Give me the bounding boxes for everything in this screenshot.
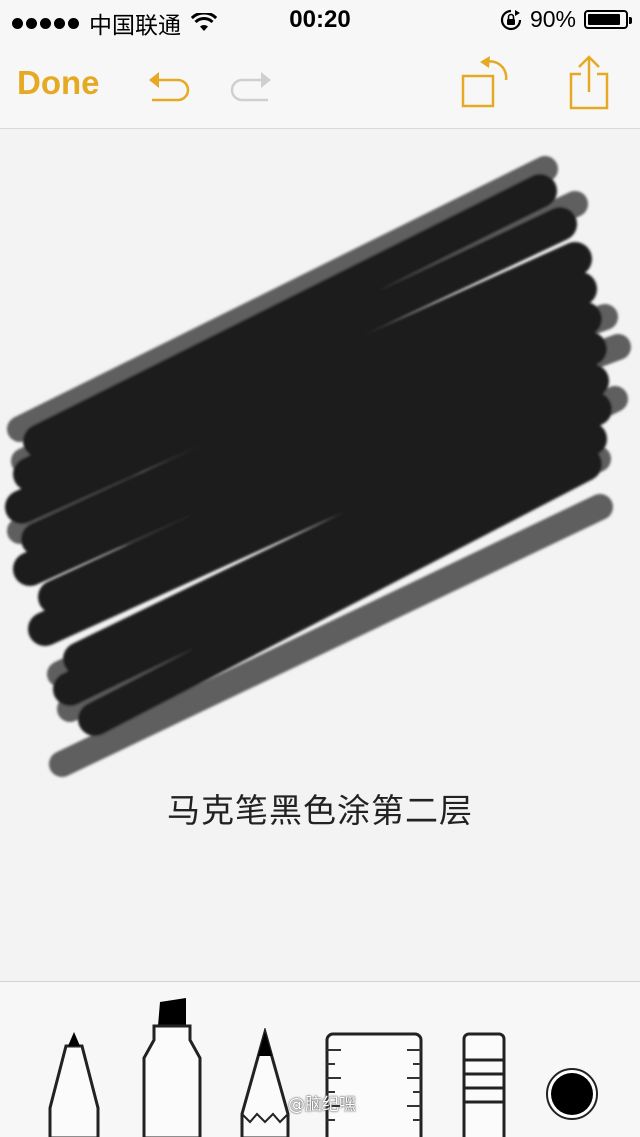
marker-tool[interactable] xyxy=(136,998,208,1137)
pen-tool[interactable] xyxy=(44,1028,104,1137)
color-picker-button[interactable] xyxy=(544,1066,600,1122)
pencil-tool[interactable] xyxy=(238,1028,292,1137)
drawing-canvas[interactable]: 马克笔黑色涂第二层 xyxy=(0,129,640,981)
battery-icon xyxy=(584,10,632,29)
share-icon[interactable] xyxy=(565,52,613,112)
tool-tray: @脑纪嘿 xyxy=(0,981,640,1137)
redo-icon[interactable] xyxy=(228,60,274,102)
rotate-canvas-icon[interactable] xyxy=(456,54,512,112)
watermark-text: @脑纪嘿 xyxy=(288,1095,356,1115)
marker-scribble xyxy=(5,156,631,777)
canvas-caption: 马克笔黑色涂第二层 xyxy=(167,791,473,830)
status-right: 90% xyxy=(500,6,632,33)
done-button[interactable]: Done xyxy=(17,64,100,102)
battery-percent: 90% xyxy=(529,6,576,32)
status-bar: 中国联通 00:20 90% xyxy=(0,0,640,40)
sketch-toolbar: Done xyxy=(0,40,640,129)
rotation-lock-icon xyxy=(500,9,522,30)
eraser-tool[interactable] xyxy=(458,1030,510,1137)
ruler-tool[interactable] xyxy=(322,1030,426,1137)
undo-icon[interactable] xyxy=(146,60,192,102)
